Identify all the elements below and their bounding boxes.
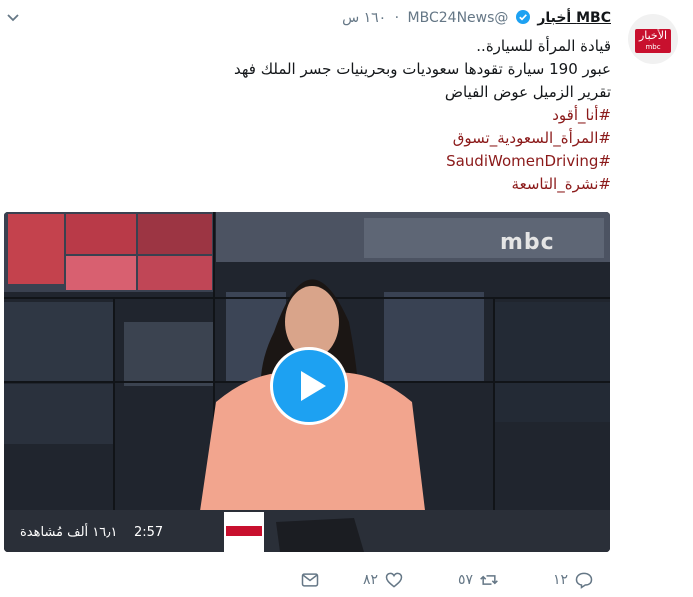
heart-icon <box>385 572 403 588</box>
author-name[interactable]: MBC أخبار <box>537 10 611 26</box>
retweet-action[interactable]: ٥٧ <box>458 570 499 590</box>
tweet-time[interactable]: ١٦٠ س <box>342 10 386 26</box>
envelope-icon <box>301 573 319 587</box>
play-button[interactable] <box>270 347 348 425</box>
hashtag-link[interactable]: #أنا_أقود <box>51 104 611 127</box>
tweet-actions: ١٢ ٥٧ ٨٢ <box>0 570 693 592</box>
message-action[interactable] <box>300 570 320 590</box>
verified-icon <box>515 10 530 24</box>
like-action[interactable]: ٨٢ <box>363 570 404 590</box>
avatar[interactable]: الأخبار mbc <box>628 14 678 64</box>
play-icon <box>301 371 326 401</box>
avatar-badge: الأخبار mbc <box>635 29 671 53</box>
author-handle[interactable]: @MBC24News <box>408 10 509 26</box>
avatar-text: الأخبار <box>638 29 668 42</box>
video-duration: 2:57 <box>134 525 164 540</box>
hashtag-link[interactable]: #المرأة_السعودية_تسوق <box>51 127 611 150</box>
retweet-icon <box>480 575 498 585</box>
channel-logo: mbc <box>500 230 555 255</box>
tweet-text-line: عبور 190 سيارة تقودها سعوديات وبحرينيات … <box>233 60 611 78</box>
tweet-text-line: قيادة المرأة للسيارة.. <box>476 37 611 55</box>
hashtag-link[interactable]: #نشرة_التاسعة <box>51 173 611 196</box>
hashtag-link[interactable]: #SaudiWomenDriving <box>51 150 611 173</box>
video-player[interactable]: mbc 2:57 ١٦٫١ ألف مُشاهدة <box>4 212 610 552</box>
avatar-subtext: mbc <box>645 43 661 51</box>
separator-dot: · <box>394 10 400 26</box>
retweet-count: ٥٧ <box>458 572 474 588</box>
chevron-down-icon[interactable] <box>6 12 20 24</box>
like-count: ٨٢ <box>363 572 379 588</box>
tweet-body: قيادة المرأة للسيارة.. عبور 190 سيارة تق… <box>51 35 611 196</box>
reply-count: ١٢ <box>553 572 569 588</box>
reply-action[interactable]: ١٢ <box>553 570 594 590</box>
reply-icon <box>575 572 593 589</box>
tweet-text-line: تقرير الزميل عوض الفياض <box>444 83 611 101</box>
tweet-header: MBC أخبار @MBC24News · ١٦٠ س <box>342 10 611 26</box>
view-count: ١٦٫١ ألف مُشاهدة <box>20 525 118 540</box>
